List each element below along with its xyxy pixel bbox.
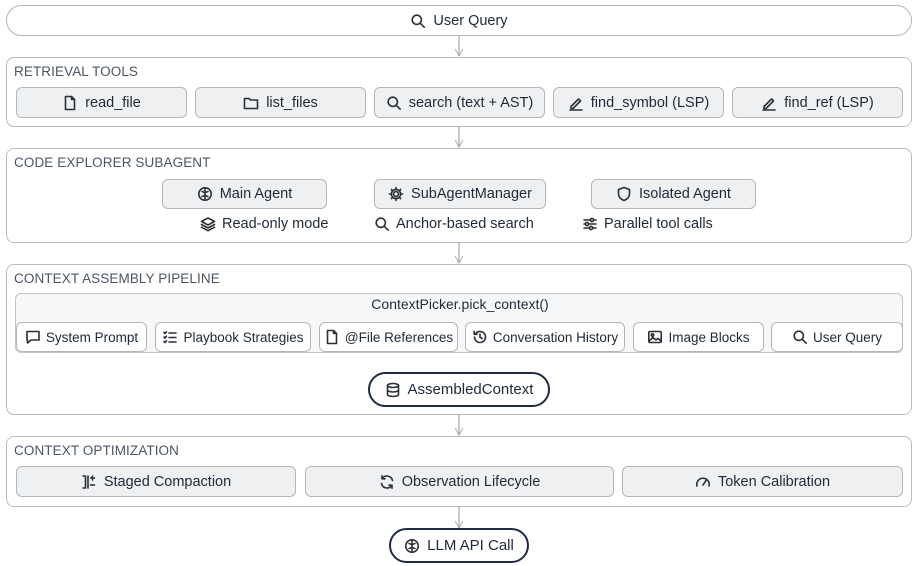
feature-anchor-search: Anchor-based search	[374, 216, 534, 232]
gauge-icon	[695, 474, 711, 490]
main-agent-label: Main Agent	[219, 186, 293, 202]
opt-observation-lifecycle: Observation Lifecycle	[305, 466, 614, 497]
context-assembly-title: CONTEXT ASSEMBLY PIPELINE	[14, 271, 220, 286]
assembled-context-label: AssembledContext	[407, 381, 534, 398]
feature-read-only: Read-only mode	[200, 216, 328, 232]
tool-label: find_ref (LSP)	[784, 94, 874, 111]
folder-icon	[243, 95, 259, 111]
tool-label: find_symbol (LSP)	[590, 94, 710, 111]
feature-label: Parallel tool calls	[604, 216, 713, 232]
list-icon	[162, 329, 178, 345]
source-label: Playbook Strategies	[183, 329, 304, 345]
image-icon	[647, 329, 663, 345]
source-label: User Query	[812, 329, 883, 345]
file-icon	[62, 95, 78, 111]
retrieval-tools-title: RETRIEVAL TOOLS	[14, 64, 139, 79]
source-label: System Prompt	[45, 329, 139, 345]
layers-icon	[200, 216, 216, 232]
code-explorer-title: CODE EXPLORER SUBAGENT	[14, 155, 211, 170]
tool-search: search (text + AST)	[374, 87, 545, 118]
tool-list-files: list_files	[195, 87, 366, 118]
llm-api-call-label: LLM API Call	[427, 537, 514, 554]
search-icon	[374, 216, 390, 232]
search-icon	[410, 13, 426, 29]
source-label: Image Blocks	[668, 329, 750, 345]
source-image-blocks: Image Blocks	[633, 322, 764, 352]
gear-icon	[388, 186, 404, 202]
source-label: @File References	[344, 329, 454, 345]
feature-label: Read-only mode	[222, 216, 329, 232]
compaction-icon	[81, 474, 97, 490]
shield-icon	[616, 186, 632, 202]
database-icon	[385, 382, 401, 398]
tool-label: search (text + AST)	[408, 94, 534, 111]
source-system-prompt: System Prompt	[16, 322, 147, 352]
sliders-icon	[582, 216, 598, 232]
llm-api-call-node: LLM API Call	[389, 528, 529, 563]
tool-label: read_file	[85, 94, 141, 111]
source-conversation-history: Conversation History	[465, 322, 625, 352]
isolated-agent-label: Isolated Agent	[639, 186, 731, 202]
pen-icon	[761, 95, 777, 111]
source-file-references: @File References	[319, 322, 458, 352]
opt-label: Observation Lifecycle	[401, 473, 541, 490]
feature-parallel-calls: Parallel tool calls	[582, 216, 713, 232]
opt-label: Token Calibration	[717, 473, 831, 490]
context-picker-label: ContextPicker.pick_context()	[371, 296, 549, 312]
tool-read-file: read_file	[16, 87, 187, 118]
brain-icon	[197, 186, 213, 202]
user-query-node: User Query	[6, 5, 912, 36]
assembled-context-node: AssembledContext	[368, 372, 550, 407]
opt-label: Staged Compaction	[103, 473, 232, 490]
feature-label: Anchor-based search	[396, 216, 534, 232]
chat-icon	[25, 329, 41, 345]
tool-find-ref: find_ref (LSP)	[732, 87, 903, 118]
subagent-manager-label: SubAgentManager	[411, 186, 532, 202]
context-optimization-title: CONTEXT OPTIMIZATION	[14, 443, 180, 458]
file-icon	[324, 329, 340, 345]
source-user-query: User Query	[771, 322, 903, 352]
refresh-icon	[379, 474, 395, 490]
tool-label: list_files	[266, 94, 318, 111]
pen-icon	[568, 95, 584, 111]
tool-find-symbol: find_symbol (LSP)	[553, 87, 724, 118]
source-label: Conversation History	[492, 329, 619, 345]
brain-icon	[404, 538, 420, 554]
opt-staged-compaction: Staged Compaction	[16, 466, 296, 497]
search-icon	[386, 95, 402, 111]
isolated-agent-node: Isolated Agent	[591, 179, 756, 209]
opt-token-calibration: Token Calibration	[622, 466, 903, 497]
search-icon	[792, 329, 808, 345]
source-playbook: Playbook Strategies	[155, 322, 311, 352]
user-query-label: User Query	[433, 12, 508, 29]
main-agent-node: Main Agent	[162, 179, 327, 209]
subagent-manager-node: SubAgentManager	[374, 179, 546, 209]
history-icon	[472, 329, 488, 345]
